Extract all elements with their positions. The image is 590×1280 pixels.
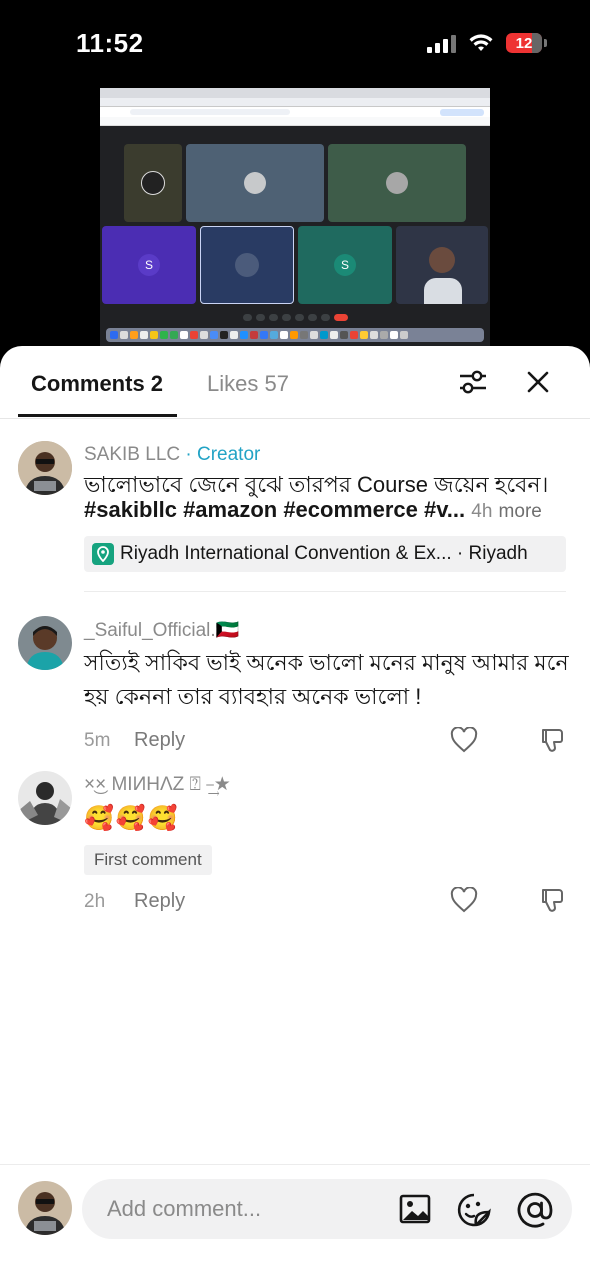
user-avatar-icon xyxy=(18,1181,72,1235)
avatar[interactable] xyxy=(18,616,72,670)
reply-button[interactable]: Reply xyxy=(134,729,185,752)
image-icon[interactable] xyxy=(398,1193,432,1225)
comment-author[interactable]: _Saiful_Official.🇰🇼 xyxy=(84,618,239,642)
comment-author[interactable]: SAKIB LLC · Creator xyxy=(84,444,260,466)
cellular-signal-icon xyxy=(427,33,456,53)
user-avatar-icon xyxy=(18,771,72,825)
comment-input[interactable]: Add comment... xyxy=(82,1179,572,1239)
video-player[interactable]: S S xyxy=(100,88,490,346)
participant-tile: S xyxy=(298,226,392,304)
wifi-icon xyxy=(469,34,493,51)
user-avatar-icon xyxy=(18,441,72,495)
caption-hashtags-line: #sakibllc #amazon #ecommerce #v... 4h mo… xyxy=(84,493,542,529)
comment-input-placeholder: Add comment... xyxy=(107,1196,262,1221)
heart-icon[interactable] xyxy=(450,727,478,753)
sticker-icon[interactable] xyxy=(456,1192,492,1228)
battery-icon: 12 xyxy=(506,33,547,53)
location-pin-icon xyxy=(92,543,114,565)
browser-addressbar xyxy=(100,107,490,117)
browser-bookmarks xyxy=(100,117,490,126)
active-tab-indicator xyxy=(18,414,177,417)
participant-tile: S xyxy=(102,226,196,304)
comment-composer: Add comment... xyxy=(0,1164,590,1280)
status-time: 11:52 xyxy=(76,28,144,58)
avatar[interactable] xyxy=(18,771,72,825)
battery-level: 12 xyxy=(515,34,533,52)
participant-tile xyxy=(200,226,294,304)
meeting-grid: S S xyxy=(100,140,490,310)
participant-tile xyxy=(396,226,488,304)
comment-text: সত্যিই সাকিব ভাই অনেক ভালো মনের মানুষ আম… xyxy=(84,650,569,675)
browser-menubar xyxy=(100,88,490,98)
mac-dock xyxy=(106,328,484,342)
browser-tabstrip xyxy=(100,98,490,107)
meeting-controls xyxy=(100,310,490,324)
mention-icon[interactable] xyxy=(516,1191,554,1229)
comment-age: 5m xyxy=(84,730,111,751)
divider xyxy=(84,591,566,592)
creator-badge: · Creator xyxy=(185,444,261,465)
avatar[interactable] xyxy=(18,441,72,495)
location-chip[interactable]: Riyadh International Convention & Ex... … xyxy=(84,536,566,572)
dislike-icon[interactable] xyxy=(540,886,568,914)
participant-tile xyxy=(186,144,324,222)
participant-tile xyxy=(328,144,466,222)
my-avatar xyxy=(18,1181,72,1235)
caption-hashtags[interactable]: #sakibllc #amazon #ecommerce #v... xyxy=(84,497,465,522)
more-link[interactable]: more xyxy=(499,501,542,522)
user-avatar-icon xyxy=(18,616,72,670)
heart-icon[interactable] xyxy=(450,887,478,913)
close-icon[interactable] xyxy=(526,370,550,394)
first-comment-badge: First comment xyxy=(84,845,212,875)
comments-tabbar: Comments 2 Likes 57 xyxy=(0,346,590,419)
filter-icon[interactable] xyxy=(458,368,488,396)
status-icons: 12 xyxy=(427,33,547,53)
tab-likes[interactable]: Likes 57 xyxy=(207,371,289,397)
comment-text: 🥰🥰🥰 xyxy=(84,805,180,832)
caption-age: 4h xyxy=(471,501,493,522)
author-name[interactable]: SAKIB LLC xyxy=(84,444,180,465)
location-label: Riyadh International Convention & Ex... … xyxy=(120,543,528,564)
dislike-icon[interactable] xyxy=(540,726,568,754)
comments-sheet: Comments 2 Likes 57 SAKIB LLC · Creator … xyxy=(0,346,590,1280)
comment-age: 2h xyxy=(84,891,106,912)
reply-button[interactable]: Reply xyxy=(134,890,185,913)
status-bar: 11:52 12 xyxy=(0,0,590,88)
comment-text: হয় কেননা তার ব্যাবহার অনেক ভালো ! xyxy=(84,684,422,709)
participant-tile xyxy=(124,144,182,222)
comment-author[interactable]: ×͜× MIИHΛZ ⍰ ⎯͢★ xyxy=(84,773,231,796)
tab-comments[interactable]: Comments 2 xyxy=(31,371,163,397)
